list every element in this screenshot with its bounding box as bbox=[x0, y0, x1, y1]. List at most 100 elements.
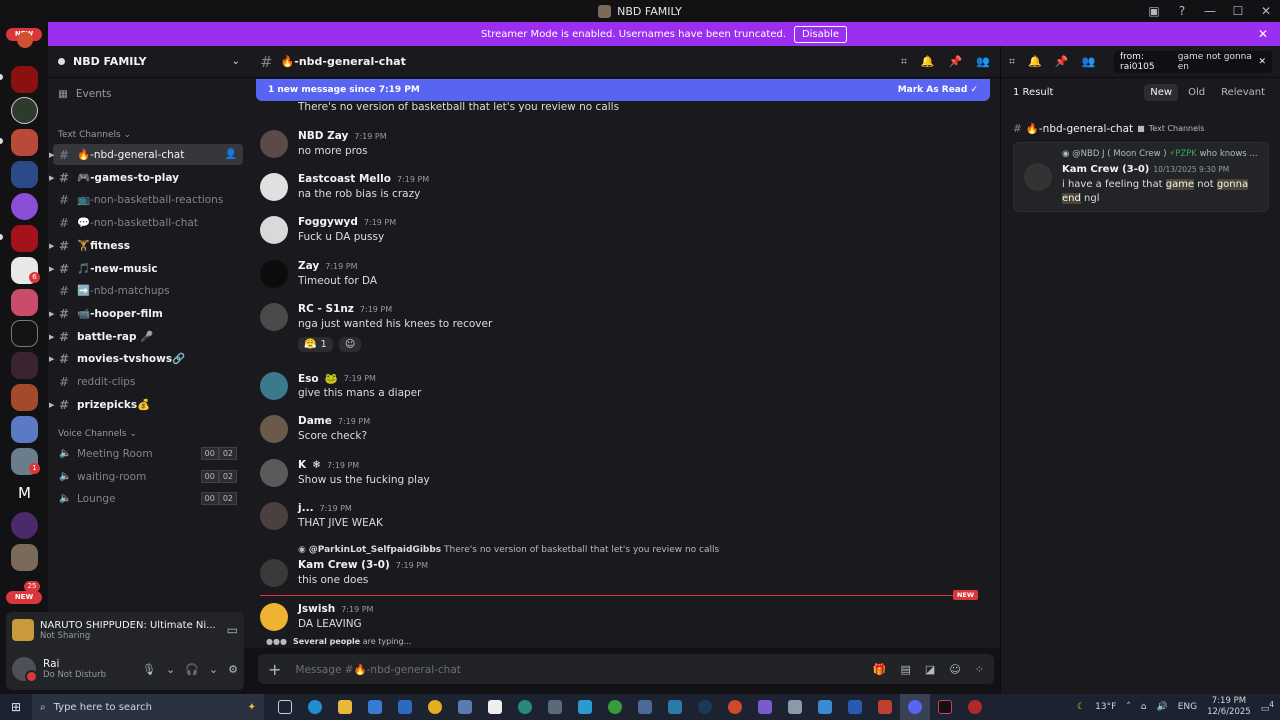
author-name[interactable]: Dame bbox=[298, 415, 332, 427]
channel-reddit-clips[interactable]: # reddit-clips bbox=[53, 371, 243, 392]
steam-icon[interactable] bbox=[690, 694, 720, 720]
user-info[interactable]: Rai Do Not Disturb bbox=[43, 658, 106, 680]
server-icon[interactable] bbox=[11, 66, 38, 93]
app-icon[interactable] bbox=[750, 694, 780, 720]
app-icon[interactable] bbox=[780, 694, 810, 720]
clear-search-icon[interactable]: ✕ bbox=[1258, 57, 1266, 67]
server-icon[interactable] bbox=[11, 384, 38, 411]
server-icon[interactable] bbox=[11, 416, 38, 443]
voice-channel-waiting-room[interactable]: 🔈 waiting-room 00 02 bbox=[53, 466, 243, 487]
sort-new-tab[interactable]: New bbox=[1144, 84, 1179, 101]
app-icon[interactable] bbox=[570, 694, 600, 720]
author-name[interactable]: Foggywyd bbox=[298, 216, 358, 228]
chrome-icon[interactable] bbox=[420, 694, 450, 720]
avatar[interactable] bbox=[260, 372, 288, 400]
chevron-down-icon[interactable]: ⌄ bbox=[232, 56, 240, 67]
app-icon[interactable] bbox=[810, 694, 840, 720]
category-text-channels[interactable]: Text Channels ⌄ bbox=[58, 130, 131, 140]
app-icon[interactable] bbox=[450, 694, 480, 720]
server-icon[interactable] bbox=[11, 129, 38, 156]
bell-icon[interactable]: 🔔 bbox=[921, 55, 935, 69]
pin-icon[interactable]: 📌 bbox=[1055, 55, 1069, 68]
server-icon[interactable] bbox=[11, 225, 38, 252]
weather-temperature[interactable]: 13°F bbox=[1095, 702, 1116, 712]
network-icon[interactable]: ⌂ bbox=[1141, 702, 1147, 712]
channel-non-basketball-reactions[interactable]: # 📺-non-basketball-reactions bbox=[53, 189, 243, 210]
store-icon[interactable] bbox=[360, 694, 390, 720]
weather-moon-icon[interactable]: ☾ bbox=[1077, 702, 1085, 712]
headphones-icon[interactable]: 🎧 bbox=[185, 663, 199, 676]
pin-icon[interactable]: 📌 bbox=[949, 55, 963, 69]
language-indicator[interactable]: ENG bbox=[1178, 702, 1197, 712]
server-icon[interactable] bbox=[11, 289, 38, 316]
server-icon[interactable] bbox=[11, 544, 38, 571]
edge-icon[interactable] bbox=[300, 694, 330, 720]
message-composer[interactable]: + Message #🔥-nbd-general-chat 🎁 ▤ ◪ ☺ ⁘ bbox=[258, 654, 994, 684]
upload-plus-icon[interactable]: + bbox=[268, 660, 281, 679]
avatar[interactable] bbox=[260, 216, 288, 244]
avatar[interactable] bbox=[260, 459, 288, 487]
calculator-icon[interactable] bbox=[540, 694, 570, 720]
maximize-button[interactable]: ☐ bbox=[1224, 4, 1252, 18]
app-icon[interactable] bbox=[660, 694, 690, 720]
channel-hooper-film[interactable]: ▶ # 📹-hooper-film bbox=[49, 303, 243, 324]
taskbar-search[interactable]: ⌕ Type here to search ✦ bbox=[32, 694, 264, 720]
channel-new-music[interactable]: ▶ # 🎵-new-music bbox=[49, 258, 243, 279]
channel-games-to-play[interactable]: ▶ # 🎮-games-to-play bbox=[49, 167, 243, 188]
avatar[interactable] bbox=[1024, 163, 1052, 191]
server-icon[interactable] bbox=[11, 161, 38, 188]
channel-prizepicks[interactable]: ▶ # prizepicks💰 bbox=[49, 394, 243, 415]
emoji-icon[interactable]: ☺ bbox=[949, 663, 960, 676]
server-icon[interactable] bbox=[11, 97, 38, 124]
microphone-icon[interactable]: 🎙 bbox=[142, 663, 156, 676]
xbox-icon[interactable] bbox=[600, 694, 630, 720]
new-unreads-pill[interactable]: NEW bbox=[6, 591, 42, 604]
result-channel-header[interactable]: # 🔥-nbd-general-chat ■ Text Channels bbox=[1013, 122, 1204, 136]
notion-icon[interactable] bbox=[480, 694, 510, 720]
close-window-button[interactable]: ✕ bbox=[1252, 4, 1280, 18]
sticker-icon[interactable]: ◪ bbox=[925, 663, 935, 676]
reaction-pill[interactable]: 😤 1 bbox=[298, 337, 333, 352]
avatar[interactable] bbox=[260, 303, 288, 331]
author-name[interactable]: j... bbox=[298, 502, 314, 514]
sort-relevant-tab[interactable]: Relevant bbox=[1215, 84, 1271, 101]
file-explorer-icon[interactable] bbox=[330, 694, 360, 720]
threads-icon[interactable]: ⌗ bbox=[901, 55, 907, 69]
avatar[interactable] bbox=[260, 130, 288, 158]
chevron-up-icon[interactable]: ˄ bbox=[1126, 702, 1131, 712]
add-member-icon[interactable]: 👤 bbox=[225, 149, 237, 160]
gif-icon[interactable]: ▤ bbox=[901, 663, 911, 676]
app-icon[interactable] bbox=[960, 694, 990, 720]
author-name[interactable]: Eso bbox=[298, 373, 319, 385]
mail-icon[interactable] bbox=[390, 694, 420, 720]
task-view-icon[interactable] bbox=[270, 694, 300, 720]
server-icon[interactable] bbox=[11, 512, 38, 539]
close-banner-icon[interactable]: ✕ bbox=[1258, 27, 1268, 41]
server-icon[interactable] bbox=[11, 320, 38, 347]
avatar[interactable] bbox=[260, 415, 288, 443]
avatar[interactable] bbox=[12, 657, 38, 683]
avatar[interactable] bbox=[260, 502, 288, 530]
author-name[interactable]: Eastcoast Mello bbox=[298, 173, 391, 185]
app-icon[interactable] bbox=[510, 694, 540, 720]
inbox-icon[interactable]: ▣ bbox=[1140, 4, 1168, 18]
word-icon[interactable] bbox=[840, 694, 870, 720]
avatar[interactable] bbox=[260, 603, 288, 631]
author-name[interactable]: NBD Zay bbox=[298, 130, 348, 142]
threads-icon[interactable]: ⌗ bbox=[1009, 55, 1015, 69]
volume-icon[interactable]: 🔊 bbox=[1156, 702, 1167, 712]
disable-streamer-mode-button[interactable]: Disable bbox=[793, 25, 848, 43]
tiktok-icon[interactable] bbox=[930, 694, 960, 720]
share-screen-icon[interactable]: ▭ bbox=[227, 623, 238, 637]
server-icon-partial[interactable] bbox=[17, 32, 33, 48]
author-name[interactable]: Kam Crew (3-0) bbox=[1062, 164, 1149, 175]
server-icon[interactable] bbox=[11, 352, 38, 379]
gear-icon[interactable]: ⚙ bbox=[228, 663, 238, 676]
members-icon[interactable]: 👥 bbox=[976, 55, 990, 69]
members-icon[interactable]: 👥 bbox=[1082, 55, 1096, 68]
author-name[interactable]: K bbox=[298, 459, 306, 471]
notifications-icon[interactable]: ▭4 bbox=[1261, 700, 1274, 714]
minimize-button[interactable]: — bbox=[1196, 4, 1224, 18]
gift-icon[interactable]: 🎁 bbox=[873, 663, 887, 676]
app-icon[interactable] bbox=[870, 694, 900, 720]
